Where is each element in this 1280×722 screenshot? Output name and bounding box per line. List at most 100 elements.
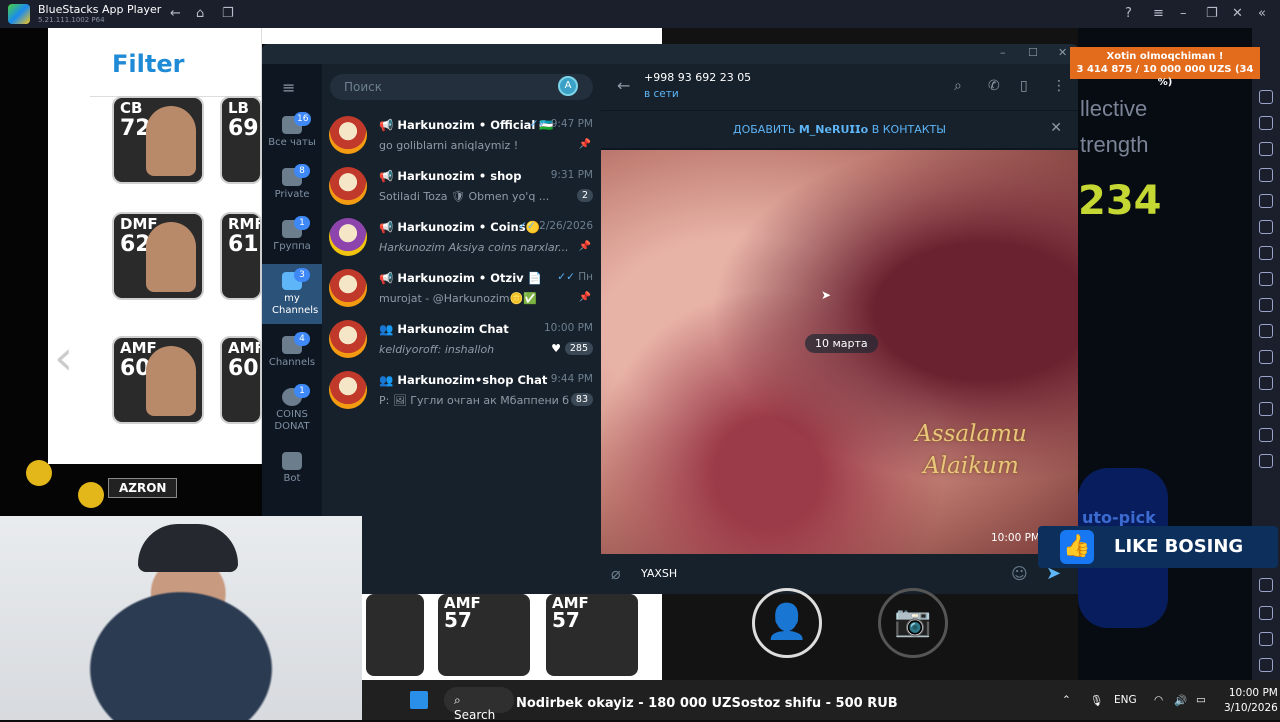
chat-time: ✓✓ 9:47 PM	[530, 118, 593, 130]
contact-phone[interactable]: +998 93 692 23 05	[644, 71, 751, 84]
layers-icon[interactable]	[1259, 428, 1273, 442]
bluestacks-sidebar	[1252, 28, 1280, 680]
tg-minimize-icon[interactable]: –	[1000, 46, 1006, 59]
back-arrow-icon[interactable]: ←	[617, 76, 630, 95]
macro-icon[interactable]	[1259, 142, 1273, 156]
account-avatar[interactable]: A	[558, 76, 578, 96]
call-icon[interactable]: ✆	[988, 78, 1000, 94]
eco-mode-icon[interactable]	[1259, 350, 1273, 364]
emoji-icon[interactable]: ☺	[1011, 564, 1028, 583]
chat-name: 📢 Harkunozim • Coins🟡	[379, 220, 540, 234]
more-options-icon[interactable]: ⋮	[1052, 78, 1066, 94]
coin-icon	[26, 460, 52, 486]
player-card[interactable]: DMF 62	[112, 212, 204, 300]
message-input[interactable]: YAXSH	[641, 567, 677, 580]
hamburger-menu-icon[interactable]: ≡	[282, 78, 295, 97]
multi-instance-icon[interactable]: ❐	[222, 6, 234, 21]
volume-icon[interactable]: 🔊	[1174, 694, 1187, 707]
gamepad-icon[interactable]	[1259, 116, 1273, 130]
rotate-icon[interactable]	[1259, 272, 1273, 286]
folder-my-channels[interactable]: 3 my Channels	[262, 264, 322, 324]
home-icon[interactable]: ⌂	[196, 6, 204, 21]
add-contact-button[interactable]: ДОБАВИТЬ 𝗠_𝗡𝗲𝗥𝗨𝗜𝗜𝗼 В КОНТАКТЫ	[601, 123, 1078, 136]
tg-maximize-icon[interactable]: ☐	[1028, 46, 1038, 59]
player-card[interactable]: AMF 60	[220, 336, 262, 424]
camera-icon[interactable]: 📷	[878, 588, 948, 658]
search-icon[interactable]: ⌕	[954, 78, 962, 94]
keyboard-icon[interactable]	[1259, 90, 1273, 104]
chat-avatar	[329, 218, 367, 256]
player-card[interactable]: AMF 57	[546, 594, 638, 676]
tg-close-icon[interactable]: ✕	[1058, 46, 1067, 59]
chat-item[interactable]: 📢 Harkunozim • shop 9:31 PM Sotiladi Toz…	[322, 161, 601, 212]
nav-back-icon[interactable]	[1259, 606, 1273, 620]
chat-avatar	[329, 371, 367, 409]
player-card[interactable]: LB 69	[220, 96, 262, 184]
chat-time: 9:31 PM	[550, 169, 593, 181]
search-input[interactable]: Поиск	[330, 74, 593, 100]
chat-item[interactable]: 📢 Harkunozim • Official 🇺🇿 ✓✓ 9:47 PM go…	[322, 110, 601, 161]
folder-bot[interactable]: Bot	[262, 452, 322, 484]
folder-label: Private	[274, 189, 310, 200]
location-icon[interactable]	[1259, 324, 1273, 338]
tray-chevron-icon[interactable]: ⌃	[1062, 694, 1071, 706]
windows-start-icon[interactable]	[410, 691, 428, 709]
settings-icon[interactable]	[1259, 578, 1273, 592]
card-position: AMF	[228, 339, 262, 357]
folder-badge: 1	[294, 216, 310, 230]
record-icon[interactable]	[1259, 246, 1273, 260]
language-indicator[interactable]: ENG	[1114, 694, 1137, 706]
close-bar-icon[interactable]: ✕	[1050, 120, 1062, 136]
photo-message[interactable]: 10 марта Assalamu Alaikum 10:00 PM ➤	[601, 150, 1078, 554]
player-card[interactable]: AMF 57	[438, 594, 530, 676]
folder-icon[interactable]	[1259, 402, 1273, 416]
expand-icon[interactable]: «	[1258, 6, 1266, 21]
minimize-icon[interactable]: –	[1180, 6, 1187, 21]
help-icon[interactable]: ?	[1125, 6, 1132, 21]
microphone-icon[interactable]: 🎙	[1090, 694, 1103, 707]
heart-icon: ♥	[551, 342, 561, 355]
auto-pick-label: uto-pick	[1082, 508, 1156, 527]
player-card[interactable]: AMF 60	[112, 336, 204, 424]
chat-preview-text: keldiyoroff: inshalloh	[379, 343, 495, 356]
nav-home-icon[interactable]	[1259, 632, 1273, 646]
folder-coins-donat[interactable]: 1 COINS DONAT	[262, 384, 322, 433]
chat-item[interactable]: 👥 Harkunozim•shop Chat 9:44 PM P: 🖼 Гугл…	[322, 365, 601, 416]
menu-icon[interactable]: ≡	[1153, 6, 1164, 21]
more-icon[interactable]	[1259, 454, 1273, 468]
folder-all-chats[interactable]: 16 Все чаты	[262, 112, 322, 148]
battery-icon[interactable]: ▭	[1196, 694, 1206, 706]
wifi-icon[interactable]: ◠	[1154, 694, 1163, 706]
screenshot-icon[interactable]	[1259, 220, 1273, 234]
chat-item[interactable]: 📢 Harkunozim • Coins🟡 ✓✓ 2/26/2026 Harku…	[322, 212, 601, 263]
player-card[interactable]: CB 72	[112, 96, 204, 184]
attach-icon[interactable]: ⌀	[611, 564, 621, 583]
close-icon[interactable]: ✕	[1232, 6, 1243, 21]
sidebar-toggle-icon[interactable]: ▯	[1020, 78, 1028, 94]
system-clock[interactable]: 10:00 PM 3/10/2026	[1224, 686, 1278, 716]
previous-arrow-icon[interactable]: ‹	[54, 330, 73, 386]
chat-preview: go goliblarni aniqlaymiz !	[379, 139, 519, 152]
chat-item[interactable]: 👥 Harkunozim Chat 10:00 PM keldiyoroff: …	[322, 314, 601, 365]
folder-channels[interactable]: 4 Channels	[262, 332, 322, 368]
apk-icon[interactable]	[1259, 376, 1273, 390]
player-card[interactable]	[366, 594, 424, 676]
media-icon[interactable]	[1259, 194, 1273, 208]
folder-sidebar: ≡ 16 Все чаты 8 Private 1 Группа 3 my Ch…	[262, 64, 322, 594]
profile-icon[interactable]: 👤	[752, 588, 822, 658]
sync-icon[interactable]	[1259, 168, 1273, 182]
folder-private[interactable]: 8 Private	[262, 164, 322, 200]
player-card[interactable]: RMF 61	[220, 212, 262, 300]
folder-label: Bot	[283, 473, 301, 484]
taskbar-search[interactable]: ⌕ Search	[444, 687, 514, 722]
shake-icon[interactable]	[1259, 298, 1273, 312]
chat-item[interactable]: 📢 Harkunozim • Otziv 📄 ✓✓ Пн murojat - @…	[322, 263, 601, 314]
nav-recents-icon[interactable]	[1259, 658, 1273, 672]
conversation-pane: ← +998 93 692 23 05 в сети ⌕ ✆ ▯ ⋮ ДОБАВ…	[601, 64, 1078, 594]
message-time: 10:00 PM	[991, 532, 1040, 544]
folder-group[interactable]: 1 Группа	[262, 216, 322, 252]
back-icon[interactable]: ←	[170, 6, 181, 21]
restore-icon[interactable]: ❐	[1206, 6, 1218, 21]
streamer-webcam	[0, 516, 362, 720]
chat-preview: Sotiladi Toza 🛡 Obmen yo'q ...	[379, 190, 550, 203]
